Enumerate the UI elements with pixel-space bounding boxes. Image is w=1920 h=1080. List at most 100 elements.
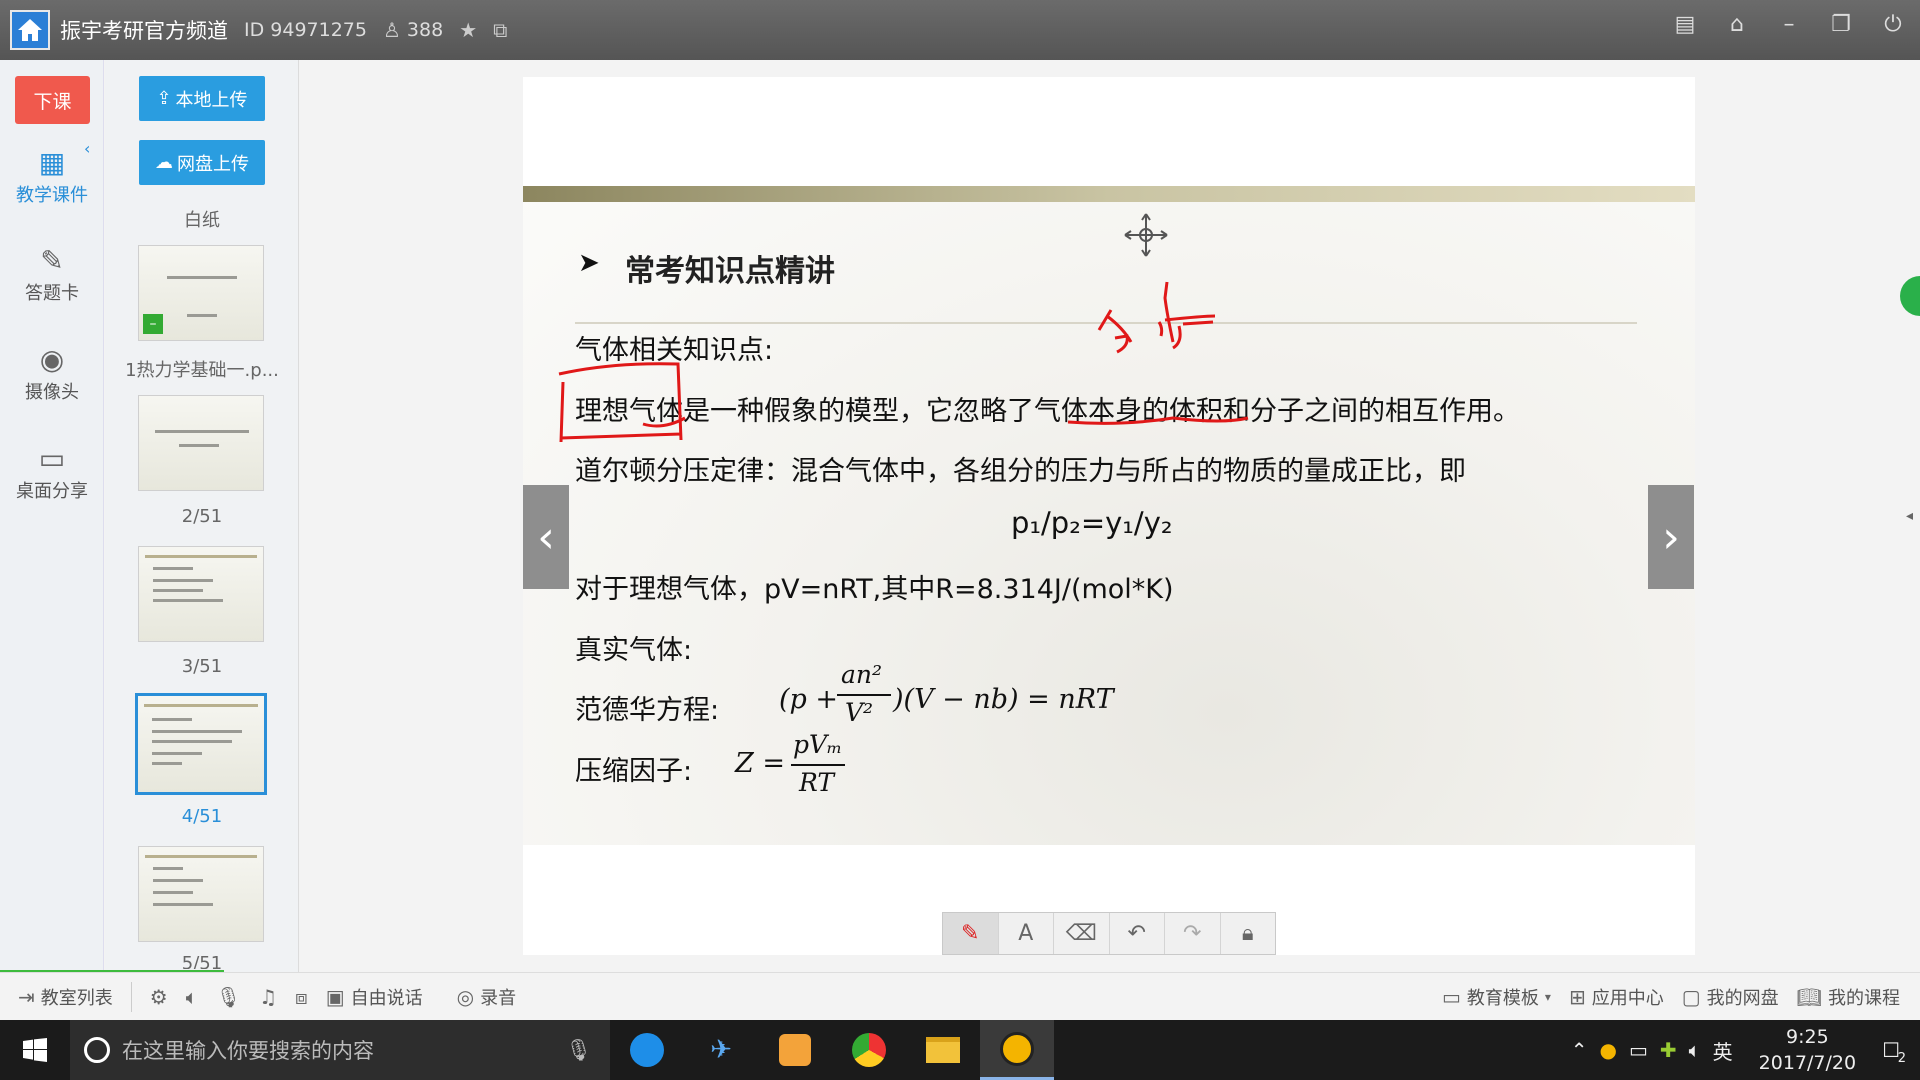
notes-icon[interactable]: ▤ [1672,12,1698,37]
rail-item-courseware[interactable]: ▦ 教学课件 [0,146,104,207]
windows-taskbar: 在这里输入你要搜索的内容 🎙︎ ✈ ⌃ ● ▭ ✚ 🔈︎ 英 9:25 2017… [0,1020,1920,1080]
prev-slide-button[interactable]: ‹ [523,485,569,589]
next-slide-button[interactable]: › [1648,485,1694,589]
slide-thumbnail-1[interactable]: – [138,245,264,341]
skin-icon[interactable]: ⌂ [1724,12,1750,37]
classroom-app-icon[interactable] [980,1020,1054,1080]
tray-expand-icon[interactable]: ⌃ [1571,1038,1588,1062]
minus-icon[interactable]: – [143,314,163,334]
free-talk-icon: ▣ [325,984,345,1009]
speaker-icon[interactable]: 🔈︎ [186,985,198,1009]
exit-icon: ⇥ [18,984,35,1009]
redo-icon[interactable]: ↷ [1165,913,1221,954]
rail-item-label: 答题卡 [25,283,79,304]
record-button[interactable]: ◎ 录音 [457,984,516,1010]
microphone-icon[interactable]: 🎙︎ [216,985,241,1009]
slide-thumbnail-2[interactable] [138,395,264,491]
answer-card-icon: ✎ [40,244,64,277]
drawing-toolbar: ✎ A ⌫ ↶ ↷ 🔒︎ [942,912,1276,955]
rail-item-camera[interactable]: ◉ 摄像头 [0,343,104,404]
notification-count: 2 [1897,1051,1906,1066]
text-tool-icon[interactable]: A [999,913,1054,954]
viewer-count: ♙ 388 [383,18,443,42]
network-icon[interactable]: ▭ [1629,1038,1648,1062]
mixer-icon[interactable]: ⧈ [295,985,308,1009]
feather-app-icon[interactable]: ✈ [684,1020,758,1080]
eraser-tool-icon[interactable]: ⌫ [1054,913,1110,954]
camera-icon: ◉ [39,343,65,376]
pen-tool-icon[interactable]: ✎ [943,913,999,954]
taskbar-search[interactable]: 在这里输入你要搜索的内容 🎙︎ [70,1020,610,1080]
my-course-label: 我的课程 [1828,987,1900,1009]
classroom-list-button[interactable]: ⇥ 教室列表 [18,984,113,1010]
ime-indicator[interactable]: 英 [1713,1036,1733,1065]
notification-icon[interactable]: ☐ 2 [1882,1038,1906,1066]
slide: ➤ 常考知识点精讲 气体相关知识点: 理想气体是一种假象的模型，它忽略了气体本身… [523,186,1695,845]
slide-thumbnail-4[interactable] [135,693,267,795]
book-icon: 📖︎ [1796,984,1822,1009]
settings-icon[interactable]: ⚙ [150,985,168,1009]
lock-icon[interactable]: 🔒︎ [1221,913,1276,954]
end-class-button[interactable]: 下课 [15,76,90,124]
slide-top-margin [523,77,1695,186]
record-label: 录音 [480,987,517,1009]
tray-plus-icon[interactable]: ✚ [1660,1038,1677,1062]
mic-icon[interactable]: 🎙︎ [565,1038,592,1063]
slide-thumbnail-label: 5/51 [181,953,223,969]
minimize-icon[interactable]: – [1776,12,1802,37]
slide-thumbnail-5[interactable] [138,846,264,942]
windows-start-icon[interactable] [0,1020,70,1080]
template-icon: ▭ [1442,984,1461,1009]
chrome-app-icon[interactable] [832,1020,906,1080]
expand-right-icon[interactable]: ◂ [1906,508,1913,524]
blank-page-label[interactable]: 白纸 [105,206,299,232]
music-icon[interactable]: ♫ [259,985,277,1009]
desktop-share-icon: ▭ [38,442,66,475]
cloud-upload-icon: ☁ [155,152,173,173]
local-upload-button[interactable]: ⇪ 本地上传 [139,76,265,121]
edu-template-label: 教育模板 [1466,987,1539,1009]
free-talk-label: 自由说话 [350,987,423,1009]
browser-app-icon[interactable] [610,1020,684,1080]
pen-annotations [558,281,1249,443]
slide-thumbnail-label: 4/51 [181,806,223,827]
app-center-button[interactable]: ⊞ 应用中心 [1569,984,1664,1010]
undo-icon[interactable]: ↶ [1110,913,1165,954]
my-cloud-button[interactable]: ▢ 我的网盘 [1682,984,1779,1010]
my-course-button[interactable]: 📖︎ 我的课程 [1797,984,1900,1010]
clock[interactable]: 9:25 2017/7/20 [1759,1024,1856,1076]
dropdown-caret-icon: ▾ [1544,989,1551,1004]
bottom-toolbar: ⇥ 教室列表 ⚙ 🔈︎ 🎙︎ ♫ ⧈ ▣ 自由说话 ◎ 录音 ▭ 教育模板 ▾ ⊞ 应用中心… [0,972,1920,1020]
power-icon[interactable]: ⏻ [1880,12,1906,37]
home-icon[interactable] [10,10,50,50]
channel-name: 振宇考研官方频道 [60,19,228,43]
rail-item-label: 摄像头 [25,382,79,403]
app-center-label: 应用中心 [1591,987,1664,1009]
rail-item-desktop-share[interactable]: ▭ 桌面分享 [0,442,104,503]
channel-id: ID 94971275 [244,19,367,41]
restore-icon[interactable]: ❐ [1828,12,1854,37]
my-cloud-label: 我的网盘 [1706,987,1779,1009]
free-talk-button[interactable]: ▣ 自由说话 [326,984,423,1010]
slide-thumbnail-label: 2/51 [181,506,223,527]
search-placeholder: 在这里输入你要搜索的内容 [122,1039,374,1063]
cloud-upload-button[interactable]: ☁ 网盘上传 [139,140,265,185]
slide-thumbnail-3[interactable] [138,546,264,642]
star-icon[interactable]: ★ [459,18,477,42]
edu-template-button[interactable]: ▭ 教育模板 ▾ [1442,984,1551,1010]
tray-app-icon[interactable]: ● [1600,1038,1617,1062]
cloud-upload-label: 网盘上传 [177,153,249,175]
cortana-icon [84,1037,110,1063]
rail-item-answer-card[interactable]: ✎ 答题卡 [0,244,104,305]
paint-app-icon[interactable] [758,1020,832,1080]
share-icon[interactable]: ⧉ [493,18,507,42]
file-explorer-icon[interactable] [906,1020,980,1080]
local-upload-label: 本地上传 [175,89,248,111]
upload-icon: ⇪ [156,88,172,109]
person-icon: ♙ [382,18,401,42]
volume-icon[interactable]: 🔈︎ [1689,1038,1701,1062]
clock-date: 2017/7/20 [1758,1052,1857,1074]
annotation-text: 分子 [1123,311,1125,312]
classroom-list-label: 教室列表 [40,987,113,1009]
system-tray: ⌃ ● ▭ ✚ 🔈︎ 英 9:25 2017/7/20 ☐ 2 [1571,1020,1920,1080]
